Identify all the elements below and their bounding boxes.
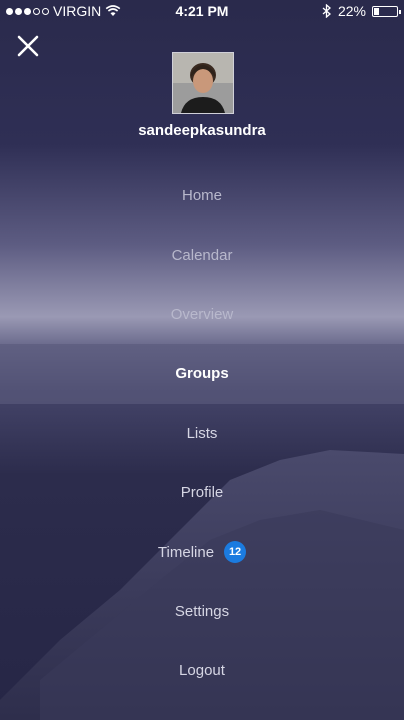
menu-item-timeline[interactable]: Timeline 12 (0, 522, 404, 581)
menu-item-label: Timeline (157, 543, 215, 561)
menu-item-label: Profile (180, 484, 224, 502)
status-right-group: 22% (322, 3, 401, 19)
menu-item-overview[interactable]: Overview (0, 285, 404, 344)
menu-item-label: Home (181, 187, 222, 205)
menu-item-label: Logout (179, 662, 225, 680)
menu-item-label: Overview (170, 305, 234, 323)
menu-item-profile[interactable]: Profile (0, 463, 404, 522)
menu-item-label: Groups (175, 365, 229, 383)
avatar[interactable] (172, 52, 234, 114)
profile-username[interactable]: sandeepkasundra (0, 122, 404, 139)
nav-menu: Home Calendar Overview Groups Lists Prof… (0, 166, 404, 701)
menu-item-label: Calendar (171, 246, 233, 264)
menu-item-lists[interactable]: Lists (0, 404, 404, 463)
status-bar: VIRGIN 4:21 PM 22% (0, 0, 404, 22)
menu-item-settings[interactable]: Settings (0, 582, 404, 641)
menu-item-logout[interactable]: Logout (0, 641, 404, 700)
close-button[interactable] (16, 34, 40, 58)
menu-item-label: Lists (186, 424, 218, 442)
bluetooth-icon (322, 4, 331, 18)
menu-item-groups[interactable]: Groups (0, 344, 404, 404)
battery-icon (372, 5, 401, 17)
menu-item-calendar[interactable]: Calendar (0, 225, 404, 284)
menu-screen: VIRGIN 4:21 PM 22% sandeepkasundra Home … (0, 0, 404, 720)
close-icon (17, 35, 39, 57)
menu-item-home[interactable]: Home (0, 166, 404, 225)
battery-percent: 22% (337, 3, 366, 19)
timeline-badge: 12 (224, 541, 247, 564)
menu-item-label: Settings (174, 602, 230, 620)
battery-level (374, 7, 379, 15)
avatar-photo (173, 53, 233, 113)
